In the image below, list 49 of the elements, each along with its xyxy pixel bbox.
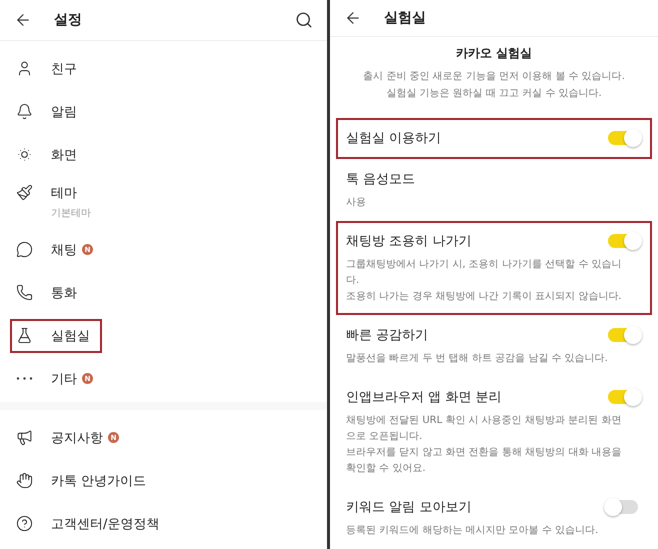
menu-item[interactable]: 화면 xyxy=(10,138,89,172)
screen-title: 설정 xyxy=(54,11,83,29)
menu-label: 채팅 xyxy=(51,242,77,258)
setting-description: 말풍선을 빠르게 두 번 탭해 하트 공감을 남길 수 있습니다. xyxy=(346,352,609,366)
menu-label: 공지사항 xyxy=(51,430,103,446)
intro-heading: 카카오 실험실 xyxy=(456,45,532,62)
menu-item[interactable]: 고객센터/운영정책 xyxy=(10,506,172,540)
dots-icon xyxy=(16,377,33,380)
menu-label: 알림 xyxy=(51,104,77,120)
setting-label: 실험실 이용하기 xyxy=(346,130,442,147)
setting-description: 브라우저를 닫지 않고 화면 전환을 통해 채팅방의 대화 내용을 확인할 수 있어요. xyxy=(346,446,622,476)
menu-label: 고객센터/운영정책 xyxy=(51,516,160,532)
setting-label: 빠른 공감하기 xyxy=(346,327,428,344)
menu-label: 카톡 안녕가이드 xyxy=(51,472,146,490)
phone-icon xyxy=(16,284,33,300)
bell-icon xyxy=(16,102,33,120)
setting-label: 인앱브라우저 앱 화면 분리 xyxy=(346,389,502,406)
brush-icon xyxy=(16,184,33,201)
flask-icon xyxy=(16,326,33,344)
menu-label: 테마 xyxy=(51,185,77,202)
setting-label: 채팅방 조용히 나가기 xyxy=(346,233,472,250)
person-icon xyxy=(16,60,33,76)
setting-description: 그룹채팅방에서 나가기 시, 조용히 나가기를 선택할 수 있습니다. xyxy=(346,258,622,288)
menu-label: 실험실 xyxy=(51,328,90,344)
setting-description: 등록된 키워드에 해당하는 메시지만 모아볼 수 있습니다. xyxy=(346,524,600,538)
setting-description: 채팅방에 전달된 URL 확인 시 사용중인 채팅방과 분리된 화면으로 오픈됩니다. xyxy=(346,414,622,444)
setting-label: 키워드 알림 모아보기 xyxy=(346,499,472,516)
hand-icon xyxy=(16,472,33,488)
setting-label: 톡 음성모드 xyxy=(346,171,416,188)
menu-item[interactable]: 친구 xyxy=(10,52,89,86)
menu-item[interactable]: 카톡 안녕가이드 xyxy=(10,464,158,498)
menu-label: 화면 xyxy=(51,146,77,164)
megaphone-icon xyxy=(16,428,33,446)
menu-label: 친구 xyxy=(51,60,77,78)
menu-item[interactable]: 실험실 xyxy=(10,318,102,352)
screen-title: 실험실 xyxy=(384,9,427,27)
intro-text: 실험실 기능은 원하실 때 끄고 커실 수 있습니다. xyxy=(386,87,602,100)
chat-bubble-icon xyxy=(16,240,33,258)
menu-item[interactable]: 알림 xyxy=(10,94,89,128)
intro-text: 출시 준비 중인 새로운 기능을 먼저 이용해 볼 수 있습니다. xyxy=(363,70,625,83)
setting-description: 조용히 나가는 경우 채팅방에 나간 기록이 표시되지 않습니다. xyxy=(346,290,622,304)
menu-label: 기타 xyxy=(51,370,77,388)
search-button[interactable] xyxy=(295,11,313,29)
menu-sublabel: 기본테마 xyxy=(51,207,91,220)
menu-item[interactable]: 테마 기본테마 xyxy=(10,176,103,228)
setting-value: 사용 xyxy=(346,196,367,210)
question-icon xyxy=(16,514,33,532)
menu-label: 통화 xyxy=(51,284,77,302)
menu-item[interactable]: 통화 xyxy=(10,276,89,310)
